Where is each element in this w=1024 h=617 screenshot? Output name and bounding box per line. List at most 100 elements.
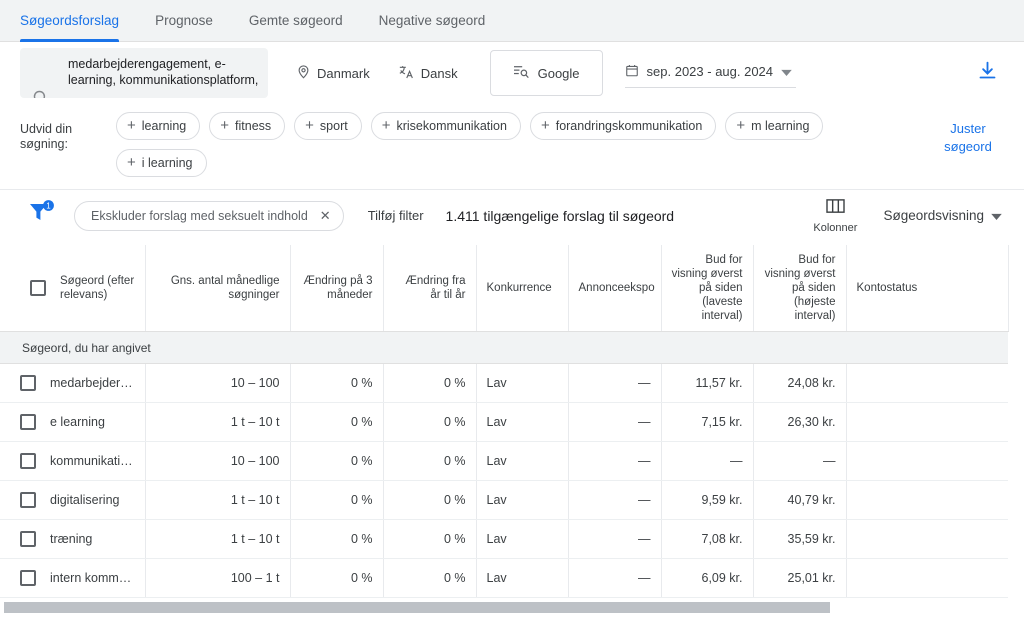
expand-chip-forandringskommunikation[interactable]: + forandringskommunikation	[529, 112, 717, 140]
cell-ad-impression-share: —	[568, 441, 662, 481]
expand-chip-i-learning[interactable]: + i learning	[116, 149, 207, 177]
keyword-text: e learning	[50, 415, 105, 429]
filter-funnel-icon: 1	[30, 200, 54, 220]
keyword-table-body: Søgeord, du har angivet medarbejder… 10 …	[0, 331, 1008, 598]
th-top-of-page-bid-high[interactable]: Bud for visning øverst på siden (højeste…	[753, 245, 847, 332]
scrollbar-thumb[interactable]	[4, 602, 830, 613]
search-terms-value: medarbejderengagement, e-learning, kommu…	[68, 57, 259, 87]
date-range-label: sep. 2023 - aug. 2024	[646, 64, 774, 79]
cell-competition: Lav	[476, 441, 569, 481]
table-row[interactable]: e learning 1 t – 10 t 0 % 0 % Lav — 7,15…	[0, 402, 1008, 442]
tab-label: Gemte søgeord	[248, 12, 343, 28]
location-selector[interactable]: Danmark	[296, 64, 370, 82]
th-account-status[interactable]: Kontostatus	[846, 245, 1009, 332]
cell-competition: Lav	[476, 519, 569, 559]
keyword-search-input[interactable]: medarbejderengagement, e-learning, kommu…	[20, 48, 268, 98]
expand-chip-sport[interactable]: + sport	[294, 112, 362, 140]
cell-bid-low: —	[661, 441, 754, 481]
table-row[interactable]: kommunikati… 10 – 100 0 % 0 % Lav — — —	[0, 441, 1008, 481]
columns-label: Kolonner	[813, 221, 858, 234]
search-network-icon	[513, 64, 530, 82]
toolbar-right-group: Kolonner Søgeordsvisning	[813, 198, 1004, 234]
horizontal-scrollbar[interactable]	[0, 602, 1024, 614]
row-checkbox[interactable]	[20, 531, 36, 547]
th-keyword[interactable]: Søgeord (efter relevans)	[0, 245, 146, 332]
close-icon[interactable]: ✕	[320, 208, 331, 224]
adjust-keywords-link[interactable]: Juster søgeord	[932, 120, 1004, 156]
expand-chip-learning[interactable]: + learning	[116, 112, 201, 140]
plus-icon: +	[540, 117, 550, 134]
context-bar: medarbejderengagement, e-learning, kommu…	[0, 42, 1024, 104]
cell-bid-low: 7,15 kr.	[661, 402, 754, 442]
expand-chip-fitness[interactable]: + fitness	[209, 112, 286, 140]
tab-sogeordsforslag[interactable]: Søgeordsforslag	[20, 0, 137, 42]
cell-ad-impression-share: —	[568, 558, 662, 598]
cell-avg-monthly-searches: 100 – 1 t	[145, 558, 291, 598]
tab-gemte-sogeord[interactable]: Gemte søgeord	[231, 0, 361, 42]
filter-funnel-button[interactable]: 1	[26, 200, 60, 231]
cell-change-3-months: 0 %	[290, 558, 384, 598]
row-checkbox[interactable]	[20, 375, 36, 391]
search-network-button[interactable]: Google	[489, 50, 603, 96]
keyword-text: kommunikati…	[50, 454, 133, 468]
chip-label: learning	[141, 119, 187, 133]
th-ad-impression-share[interactable]: Annonceekspo	[568, 245, 662, 332]
table-row[interactable]: digitalisering 1 t – 10 t 0 % 0 % Lav — …	[0, 480, 1008, 520]
cell-change-yoy: 0 %	[383, 558, 477, 598]
th-competition[interactable]: Konkurrence	[476, 245, 569, 332]
th-change-yoy[interactable]: Ændring fra år til år	[383, 245, 477, 332]
expand-chip-m-learning[interactable]: + m learning	[725, 112, 824, 140]
cell-bid-high: 24,08 kr.	[753, 363, 847, 403]
cell-competition: Lav	[476, 480, 569, 520]
group-header-row: Søgeord, du har angivet	[0, 331, 1008, 364]
th-avg-monthly-searches[interactable]: Gns. antal månedlige søgninger	[145, 245, 291, 332]
cell-avg-monthly-searches: 10 – 100	[145, 441, 291, 481]
th-top-of-page-bid-low[interactable]: Bud for visning øverst på siden (laveste…	[661, 245, 754, 332]
columns-button[interactable]: Kolonner	[813, 198, 857, 234]
add-filter-button[interactable]: Tilføj filter	[368, 208, 424, 223]
plus-icon: +	[736, 117, 746, 134]
cell-ad-impression-share: —	[568, 402, 662, 442]
expand-chip-krisekommunikation[interactable]: + krisekommunikation	[370, 112, 521, 140]
language-selector[interactable]: Dansk	[398, 64, 458, 83]
row-checkbox[interactable]	[20, 570, 36, 586]
th-change-3-months[interactable]: Ændring på 3 måneder	[290, 245, 384, 332]
tab-prognose[interactable]: Prognose	[137, 0, 231, 42]
chip-label: m learning	[751, 119, 810, 133]
cell-competition: Lav	[476, 402, 569, 442]
language-label: Dansk	[420, 65, 458, 81]
cell-keyword: kommunikati…	[0, 441, 146, 481]
date-range-selector[interactable]: sep. 2023 - aug. 2024	[624, 58, 797, 88]
table-row[interactable]: medarbejder… 10 – 100 0 % 0 % Lav — 11,5…	[0, 363, 1008, 403]
group-header-label: Søgeord, du har angivet	[0, 331, 1008, 364]
translate-icon	[398, 64, 415, 83]
cell-competition: Lav	[476, 558, 569, 598]
tab-bar: Søgeordsforslag Prognose Gemte søgeord N…	[0, 0, 1024, 42]
cell-change-3-months: 0 %	[290, 519, 384, 559]
row-checkbox[interactable]	[20, 453, 36, 469]
keyword-view-select[interactable]: Søgeordsvisning	[883, 208, 1004, 223]
cell-competition: Lav	[476, 363, 569, 403]
cell-change-yoy: 0 %	[383, 441, 477, 481]
tab-label: Søgeordsforslag	[20, 12, 120, 28]
chevron-down-icon	[781, 64, 792, 79]
table-row[interactable]: træning 1 t – 10 t 0 % 0 % Lav — 7,08 kr…	[0, 519, 1008, 559]
table-row[interactable]: intern komm… 100 – 1 t 0 % 0 % Lav — 6,0…	[0, 558, 1008, 598]
cell-avg-monthly-searches: 1 t – 10 t	[145, 480, 291, 520]
select-all-checkbox[interactable]	[30, 280, 46, 296]
columns-icon	[826, 198, 845, 220]
active-filter-chip[interactable]: Ekskluder forslag med seksuelt indhold ✕	[74, 200, 344, 231]
cell-bid-high: 25,01 kr.	[753, 558, 847, 598]
svg-text:1: 1	[46, 202, 51, 211]
tab-label: Negative søgeord	[378, 12, 486, 28]
expand-search-label: Udvid din søgning:	[20, 122, 73, 151]
download-button[interactable]	[977, 60, 998, 86]
tab-negative-sogeord[interactable]: Negative søgeord	[361, 0, 504, 42]
row-checkbox[interactable]	[20, 414, 36, 430]
calendar-icon	[625, 63, 639, 81]
location-pin-icon	[296, 64, 311, 82]
keyword-table: Søgeord (efter relevans) Gns. antal måne…	[0, 245, 1009, 598]
row-checkbox[interactable]	[20, 492, 36, 508]
cell-change-3-months: 0 %	[290, 480, 384, 520]
th-keyword-label: Søgeord (efter relevans)	[60, 275, 135, 301]
